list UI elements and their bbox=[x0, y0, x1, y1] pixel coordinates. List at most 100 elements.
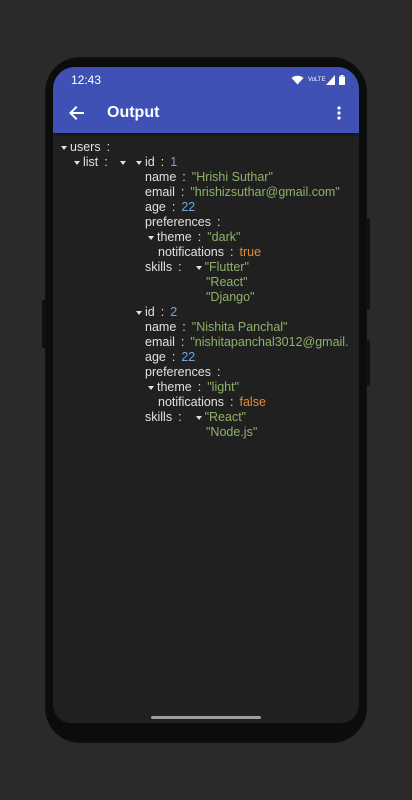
expand-caret-icon[interactable] bbox=[136, 160, 142, 165]
node-separator: : bbox=[104, 155, 108, 169]
node-key: preferences bbox=[145, 215, 212, 229]
node-separator: : bbox=[178, 260, 182, 274]
node-separator: : bbox=[217, 365, 221, 379]
tree-field-notifications: notifications : true bbox=[158, 245, 261, 260]
wifi-icon bbox=[291, 75, 304, 85]
node-key: id bbox=[145, 305, 155, 319]
tree-node-users[interactable]: users : bbox=[61, 140, 116, 155]
node-separator: : bbox=[180, 335, 185, 349]
node-value: 1 bbox=[170, 155, 178, 169]
node-separator: : bbox=[182, 320, 186, 334]
node-key: age bbox=[145, 350, 166, 364]
volume-button bbox=[42, 300, 46, 348]
skill-item: "Node.js" bbox=[206, 425, 257, 440]
node-separator: : bbox=[230, 245, 234, 259]
tree-field-age: age : 22 bbox=[145, 350, 195, 365]
tree-node-item-1[interactable]: id : 1 bbox=[136, 155, 177, 170]
node-key: id bbox=[145, 155, 155, 169]
node-key: theme bbox=[157, 230, 192, 244]
node-value: "hrishizsuthar@gmail.com" bbox=[190, 185, 340, 199]
tree-node-skills[interactable]: skills : "Flutter" bbox=[145, 260, 249, 275]
node-value: false bbox=[239, 395, 266, 409]
node-value: 22 bbox=[181, 350, 196, 364]
node-key: users bbox=[70, 140, 101, 154]
tree-field-notifications: notifications : false bbox=[158, 395, 266, 410]
home-indicator[interactable] bbox=[151, 716, 261, 719]
node-key: notifications bbox=[158, 245, 225, 259]
node-value: "light" bbox=[207, 380, 240, 394]
node-key: skills bbox=[145, 410, 173, 424]
node-separator: : bbox=[182, 170, 186, 184]
expand-caret-icon[interactable] bbox=[195, 265, 202, 270]
tree-field-theme[interactable]: theme : "dark" bbox=[148, 230, 240, 245]
battery-icon bbox=[339, 75, 345, 85]
node-key: skills bbox=[145, 260, 173, 274]
node-value: "Nishita Panchal" bbox=[191, 320, 288, 334]
expand-caret-icon[interactable] bbox=[74, 160, 80, 165]
back-button[interactable] bbox=[65, 101, 89, 125]
node-key: name bbox=[145, 170, 177, 184]
node-value: 2 bbox=[170, 305, 178, 319]
skill-value: "Django" bbox=[206, 290, 255, 304]
node-value: true bbox=[239, 245, 262, 259]
tree-node-skills[interactable]: skills : "React" bbox=[145, 410, 246, 425]
app-bar: Output bbox=[53, 93, 359, 133]
tree-node-item-2[interactable]: id : 2 bbox=[136, 305, 177, 320]
node-key: preferences bbox=[145, 365, 212, 379]
node-value: 22 bbox=[181, 200, 196, 214]
power-button bbox=[366, 218, 370, 310]
tree-field-email: email : "hrishizsuthar@gmail.com" bbox=[145, 185, 340, 200]
expand-caret-icon[interactable] bbox=[195, 415, 202, 420]
more-vert-icon bbox=[337, 106, 341, 120]
tree-node-preferences: preferences : bbox=[145, 215, 227, 230]
skill-value: "Flutter" bbox=[204, 260, 249, 274]
status-icons: VoLTE bbox=[291, 75, 345, 85]
expand-caret-icon[interactable] bbox=[148, 235, 154, 240]
node-separator: : bbox=[178, 410, 182, 424]
node-value: "nishitapanchal3012@gmail. bbox=[190, 335, 349, 349]
node-separator: : bbox=[171, 350, 176, 364]
back-arrow-icon bbox=[69, 106, 84, 120]
node-separator: : bbox=[160, 155, 165, 169]
node-key: list bbox=[83, 155, 99, 169]
node-separator: : bbox=[160, 305, 165, 319]
skill-value: "React" bbox=[206, 275, 248, 289]
json-tree-view: users : list : id : 1 name : "Hrishi Sut… bbox=[53, 133, 359, 693]
node-separator: : bbox=[197, 380, 202, 394]
node-key: age bbox=[145, 200, 166, 214]
network-label: VoLTE bbox=[308, 77, 326, 83]
skill-value: "React" bbox=[204, 410, 247, 424]
side-button bbox=[366, 340, 370, 386]
expand-caret-icon[interactable] bbox=[136, 310, 142, 315]
tree-field-name: name : "Nishita Panchal" bbox=[145, 320, 288, 335]
app-title: Output bbox=[107, 104, 160, 121]
node-key: name bbox=[145, 320, 177, 334]
node-key: email bbox=[145, 185, 175, 199]
node-separator: : bbox=[180, 185, 185, 199]
node-separator: : bbox=[217, 215, 221, 229]
node-value: "dark" bbox=[207, 230, 241, 244]
node-separator: : bbox=[230, 395, 234, 409]
expand-caret-icon[interactable] bbox=[148, 385, 154, 390]
tree-field-name: name : "Hrishi Suthar" bbox=[145, 170, 273, 185]
phone-screen: 12:43 VoLTE Output users: list: id: 1… bbox=[53, 67, 359, 723]
node-key: notifications bbox=[158, 395, 225, 409]
node-separator: : bbox=[171, 200, 176, 214]
node-separator: : bbox=[106, 140, 111, 154]
tree-field-theme[interactable]: theme : "light" bbox=[148, 380, 239, 395]
status-bar: 12:43 VoLTE bbox=[53, 67, 359, 93]
tree-field-age: age : 22 bbox=[145, 200, 195, 215]
status-time: 12:43 bbox=[71, 73, 102, 87]
node-key: theme bbox=[157, 380, 192, 394]
tree-node-list[interactable]: list : bbox=[74, 155, 129, 170]
skill-item: "Django" bbox=[206, 290, 255, 305]
expand-caret-icon[interactable] bbox=[119, 160, 126, 165]
overflow-menu-button[interactable] bbox=[329, 101, 349, 125]
skill-item: "React" bbox=[206, 275, 248, 290]
expand-caret-icon[interactable] bbox=[61, 145, 67, 150]
node-separator: : bbox=[197, 230, 202, 244]
skill-value: "Node.js" bbox=[206, 425, 258, 439]
signal-icon bbox=[326, 75, 335, 85]
tree-field-email: email : "nishitapanchal3012@gmail. bbox=[145, 335, 349, 350]
tree-node-preferences: preferences : bbox=[145, 365, 227, 380]
